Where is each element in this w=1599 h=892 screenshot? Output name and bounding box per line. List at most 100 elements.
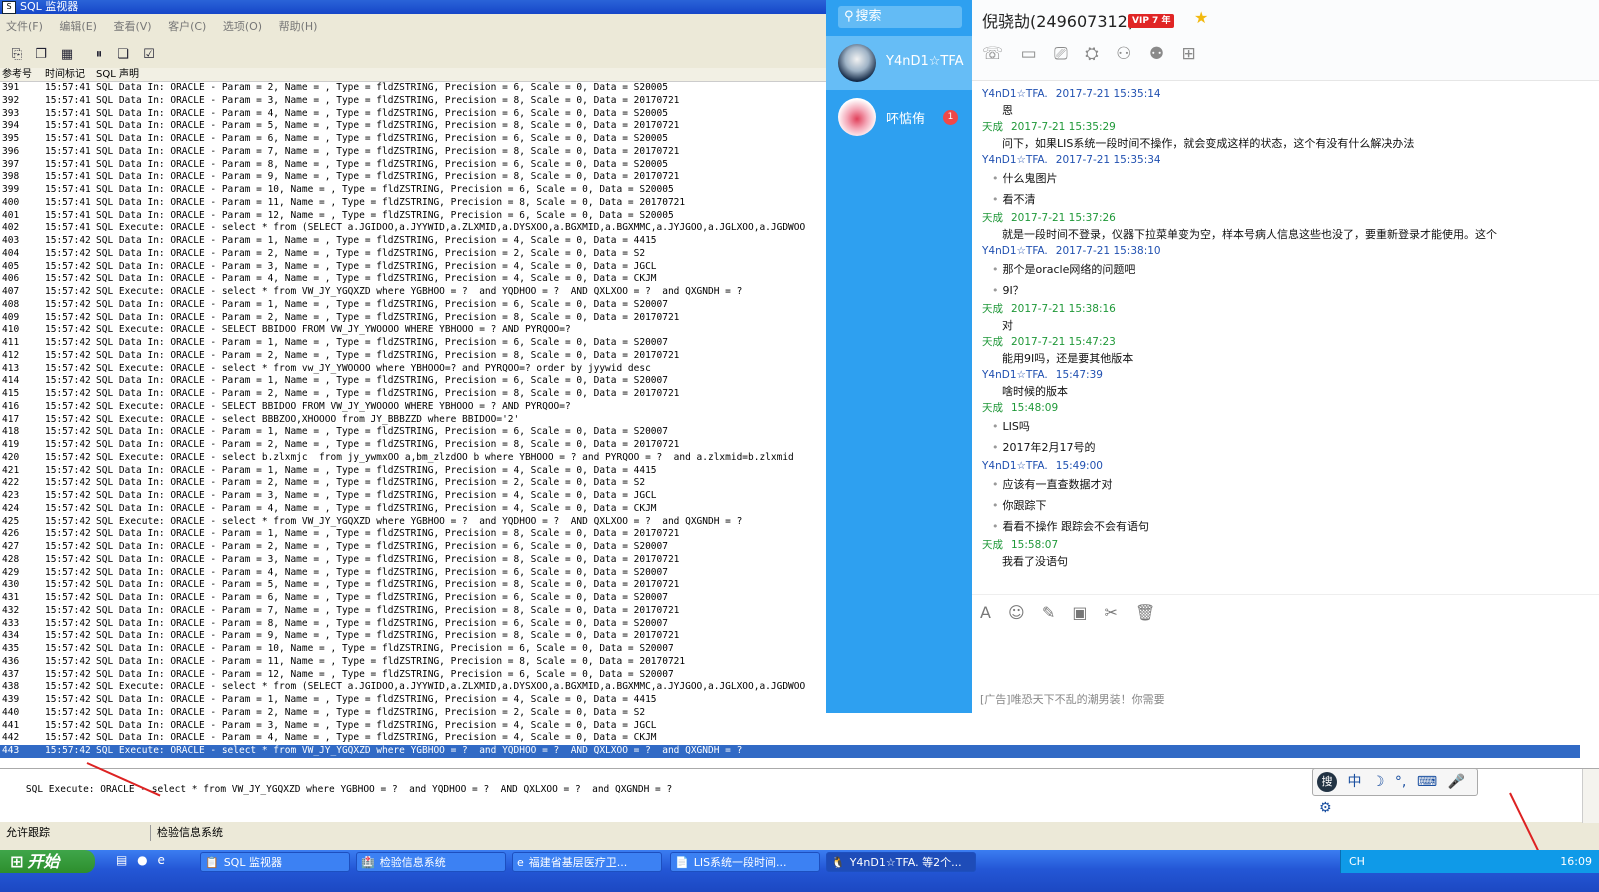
pause-icon[interactable]: ⏸ [90, 46, 108, 64]
ref-number: 396 [2, 145, 20, 157]
message-text: 对 [1002, 319, 1013, 332]
timestamp: 15:57:42 [45, 732, 91, 744]
ref-number: 430 [2, 579, 20, 591]
ime-microphone-icon[interactable]: 🎤 [1448, 774, 1465, 790]
timestamp: 15:57:42 [45, 643, 91, 654]
message-list[interactable]: Y4nD1☆TFA. 2017-7-21 15:35:14 恩天成 2017-7-21… [982, 86, 1582, 570]
desktop-icon[interactable]: ▤ [116, 853, 127, 867]
ime-chinese-mode[interactable]: 中 [1347, 774, 1361, 790]
ref-number: 432 [2, 604, 20, 616]
phone-icon[interactable]: ☏ [982, 44, 1003, 64]
composer-tools: A ☺ ✎ ▣ ✂ 🗑 [980, 603, 1167, 622]
ref-number: 410 [2, 324, 20, 336]
ime-settings-icon[interactable]: ⚙ [1319, 800, 1332, 816]
statusbar: 允许跟踪 检验信息系统 [0, 824, 1599, 842]
ime-toolbar[interactable]: 搜 中 ☽ °, ⌨ 🎤 ⚙ [1312, 768, 1478, 816]
chat-title[interactable]: 倪骁劼(249607312) [982, 8, 1134, 32]
menu-help[interactable]: 帮助(H) [279, 20, 318, 33]
ime-moon-icon[interactable]: ☽ [1372, 774, 1385, 790]
sql-statement: SQL Execute: ORACLE - SELECT BBIDOO FROM… [96, 400, 571, 412]
taskbar-item-label: Y4nD1☆TFA. 等2个... [849, 856, 962, 869]
window-tile-icon[interactable]: ❏ [114, 46, 132, 64]
taskbar-item[interactable]: 🏥 检验信息系统 [356, 852, 506, 872]
add-person-icon[interactable]: ⚇ [1116, 44, 1131, 64]
ime-keyboard-icon[interactable]: ⌨ [1417, 774, 1437, 790]
message-sender[interactable]: 天成 [982, 539, 1003, 551]
timestamp: 15:57:42 [45, 617, 91, 629]
menu-view[interactable]: 查看(V) [113, 20, 151, 33]
message-sender[interactable]: Y4nD1☆TFA. [982, 460, 1048, 472]
sql-statement: SQL Execute: ORACLE - select * from (SEL… [96, 681, 806, 693]
message-composer[interactable]: A ☺ ✎ ▣ ✂ 🗑 [广告]唯恐天下不乱的潮男装！你需要 [972, 594, 1599, 714]
message-sender[interactable]: Y4nD1☆TFA. [982, 154, 1048, 166]
ref-number: 440 [2, 706, 20, 718]
message-sender[interactable]: 天成 [982, 402, 1003, 414]
ref-number: 434 [2, 630, 20, 642]
scissors-icon[interactable]: ✂ [1105, 603, 1118, 622]
timestamp: 15:57:42 [45, 694, 91, 705]
sql-statement: SQL Data In: ORACLE - Param = 3, Name = … [96, 260, 657, 272]
table-row[interactable]: 442 15:57:42 SQL Data In: ORACLE - Param =… [0, 732, 1580, 745]
windows-logo-icon: ⊞ [10, 852, 24, 871]
pen-icon[interactable]: ✎ [1042, 603, 1055, 622]
col-sql-statement[interactable]: SQL 声明 [96, 68, 139, 81]
remote-icon[interactable]: ⛭ [1085, 44, 1099, 64]
chat-panel: 倪骁劼(249607312) VIP 7 年 ★ ☏ ▭ ⎚ ⛭ ⚇ ⚉ ⊞ Y… [972, 0, 1599, 714]
ime-punctuation-icon[interactable]: °, [1395, 774, 1406, 790]
menu-options[interactable]: 选项(O) [223, 20, 262, 33]
sql-statement: SQL Data In: ORACLE - Param = 2, Name = … [96, 82, 668, 93]
clear-log-icon[interactable]: ▦ [58, 46, 76, 64]
table-row[interactable]: 443 15:57:42 SQL Execute: ORACLE - select … [0, 745, 1580, 758]
message-sender[interactable]: 天成 [982, 303, 1003, 315]
copy-icon[interactable]: ❐ [32, 46, 50, 64]
contact-item-y4nd1[interactable]: Y4nD1☆TFA [826, 36, 972, 90]
taskbar-item-label: 检验信息系统 [379, 856, 446, 869]
language-indicator[interactable]: CH [1349, 855, 1365, 868]
checklist-icon[interactable]: ☑ [140, 46, 158, 64]
image-icon[interactable]: ▣ [1072, 603, 1087, 622]
message-text: 2017年2月17号的 [982, 437, 1582, 458]
col-timestamp[interactable]: 时间标记 [45, 68, 85, 81]
emoji-icon[interactable]: ☺ [1008, 603, 1025, 622]
more-icon[interactable]: ⊞ [1181, 44, 1195, 64]
message-sender[interactable]: Y4nD1☆TFA. [982, 369, 1048, 381]
message-sender[interactable]: 天成 [982, 121, 1003, 133]
timestamp: 15:57:42 [45, 260, 91, 272]
message-sender[interactable]: Y4nD1☆TFA. [982, 88, 1048, 100]
detail-scrollbar[interactable] [1582, 769, 1599, 823]
save-log-icon[interactable]: ⎘ [8, 46, 26, 64]
clock[interactable]: 16:09 [1560, 850, 1592, 873]
ad-banner[interactable]: [广告]唯恐天下不乱的潮男装！你需要 [980, 691, 1165, 707]
screen-share-icon[interactable]: ⎚ [1054, 44, 1068, 64]
browser-icon[interactable]: e [157, 853, 164, 867]
menu-file[interactable]: 文件(F) [6, 20, 43, 33]
group-icon[interactable]: ⚉ [1149, 44, 1164, 64]
sql-statement: SQL Data In: ORACLE - Param = 2, Name = … [96, 439, 680, 450]
font-icon[interactable]: A [980, 603, 991, 622]
message-sender[interactable]: 天成 [982, 336, 1003, 348]
taskbar-item[interactable]: 📋 SQL 监视器 [200, 852, 350, 872]
video-icon[interactable]: ▭ [1021, 44, 1037, 64]
contact-item-second[interactable]: 吥惦侑 1 [826, 90, 972, 144]
table-row[interactable]: 441 15:57:42 SQL Data In: ORACLE - Param =… [0, 720, 1580, 733]
menu-edit[interactable]: 编辑(E) [59, 20, 97, 33]
timestamp: 15:57:42 [45, 286, 91, 297]
sql-statement: SQL Data In: ORACLE - Param = 2, Name = … [96, 388, 680, 399]
trash-icon[interactable]: 🗑 [1135, 603, 1155, 622]
timestamp: 15:57:42 [45, 235, 91, 246]
message-sender[interactable]: 天成 [982, 212, 1003, 224]
timestamp: 15:57:41 [45, 82, 91, 93]
col-ref-number[interactable]: 参考号 [2, 68, 32, 81]
taskbar-item[interactable]: 📄 LIS系统一段时间... [670, 852, 820, 872]
sql-statement: SQL Execute: ORACLE - SELECT BBIDOO FROM… [96, 324, 571, 336]
message-sender[interactable]: Y4nD1☆TFA. [982, 245, 1048, 257]
sql-statement: SQL Execute: ORACLE - select * from VW_J… [96, 745, 743, 756]
contact-search-input[interactable]: ⚲ 搜索 [838, 6, 962, 28]
taskbar-item[interactable]: 🐧 Y4nD1☆TFA. 等2个... [826, 852, 976, 872]
menu-client[interactable]: 客户(C) [168, 20, 206, 33]
taskbar-item[interactable]: e 福建省基层医疗卫... [512, 852, 662, 872]
timestamp: 15:57:42 [45, 719, 91, 731]
window-titlebar[interactable]: S SQL 监视器 [0, 0, 840, 14]
start-button[interactable]: ⊞ 开始 [0, 850, 95, 873]
qq-penguin-icon[interactable]: ● [137, 853, 147, 867]
